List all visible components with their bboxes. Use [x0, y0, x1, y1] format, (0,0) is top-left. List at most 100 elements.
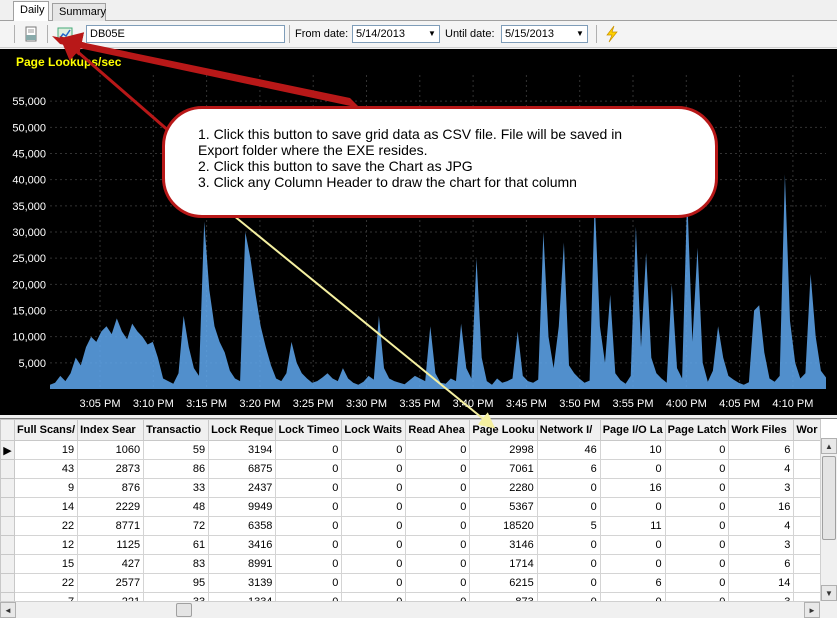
- grid-cell[interactable]: 8771: [77, 516, 145, 536]
- grid-cell[interactable]: 0: [405, 535, 471, 555]
- grid-cell[interactable]: 0: [536, 535, 601, 555]
- grid-cell[interactable]: 46: [536, 440, 601, 460]
- column-header[interactable]: Transactio: [143, 419, 210, 441]
- column-header[interactable]: Page I/O La: [599, 419, 666, 441]
- grid-cell[interactable]: 0: [275, 459, 343, 479]
- grid-cell[interactable]: 0: [664, 573, 730, 593]
- grid-cell[interactable]: 72: [143, 516, 210, 536]
- grid-cell[interactable]: 2873: [77, 459, 145, 479]
- save-chart-button[interactable]: [55, 24, 75, 44]
- data-grid[interactable]: Full Scans/Index Sear Transactio Lock Requ…: [0, 418, 837, 618]
- grid-cell[interactable]: 0: [341, 535, 407, 555]
- grid-cell[interactable]: 61: [143, 535, 210, 555]
- refresh-button[interactable]: [602, 24, 622, 44]
- grid-cell[interactable]: [793, 478, 821, 498]
- grid-cell[interactable]: [793, 459, 821, 479]
- grid-cell[interactable]: 0: [341, 554, 407, 574]
- grid-cell[interactable]: 22: [13, 573, 79, 593]
- grid-cell[interactable]: 6: [728, 440, 795, 460]
- grid-cell[interactable]: 4: [728, 459, 795, 479]
- column-header[interactable]: Index Sear: [77, 419, 145, 441]
- grid-cell[interactable]: 0: [405, 440, 471, 460]
- grid-cell[interactable]: 0: [599, 535, 666, 555]
- grid-cell[interactable]: [793, 497, 821, 517]
- grid-cell[interactable]: 43: [13, 459, 79, 479]
- grid-cell[interactable]: 0: [405, 554, 471, 574]
- grid-cell[interactable]: 59: [143, 440, 210, 460]
- grid-cell[interactable]: 9: [13, 478, 79, 498]
- table-row[interactable]: 14 2229 48 9949 0 0 0 5367 0 0 0 16: [0, 497, 821, 517]
- row-header[interactable]: [0, 573, 15, 593]
- column-header[interactable]: Work Files: [728, 419, 795, 441]
- grid-cell[interactable]: 0: [536, 497, 601, 517]
- grid-cell[interactable]: 95: [143, 573, 210, 593]
- table-row[interactable]: ▶ 19 1060 59 3194 0 0 0 2998 46 10 0 6: [0, 440, 821, 460]
- horizontal-scrollbar[interactable]: ◄ ►: [0, 601, 820, 618]
- grid-cell[interactable]: 0: [341, 478, 407, 498]
- grid-cell[interactable]: 427: [77, 554, 145, 574]
- grid-cell[interactable]: 3416: [208, 535, 277, 555]
- grid-cell[interactable]: 0: [275, 478, 343, 498]
- grid-cell[interactable]: 33: [143, 478, 210, 498]
- grid-cell[interactable]: 19: [13, 440, 79, 460]
- tab-summary[interactable]: Summary: [52, 3, 106, 21]
- grid-cell[interactable]: 0: [341, 459, 407, 479]
- grid-cell[interactable]: 0: [599, 554, 666, 574]
- grid-cell[interactable]: 4: [728, 516, 795, 536]
- grid-cell[interactable]: 8991: [208, 554, 277, 574]
- grid-cell[interactable]: 10: [599, 440, 666, 460]
- column-header[interactable]: Page Looku: [469, 419, 538, 441]
- grid-cell[interactable]: 0: [275, 554, 343, 574]
- grid-cell[interactable]: 0: [275, 535, 343, 555]
- grid-cell[interactable]: 16: [728, 497, 795, 517]
- grid-cell[interactable]: 12: [13, 535, 79, 555]
- grid-cell[interactable]: 0: [405, 478, 471, 498]
- grid-cell[interactable]: 876: [77, 478, 145, 498]
- grid-cell[interactable]: 2998: [469, 440, 538, 460]
- grid-cell[interactable]: 11: [599, 516, 666, 536]
- grid-cell[interactable]: 3: [728, 535, 795, 555]
- table-row[interactable]: 15 427 83 8991 0 0 0 1714 0 0 0 6: [0, 554, 821, 574]
- grid-cell[interactable]: 0: [405, 516, 471, 536]
- grid-cell[interactable]: 6358: [208, 516, 277, 536]
- grid-cell[interactable]: 3: [728, 478, 795, 498]
- grid-cell[interactable]: 0: [664, 516, 730, 536]
- grid-cell[interactable]: 0: [664, 554, 730, 574]
- column-header[interactable]: Lock Reque: [208, 419, 277, 441]
- grid-cell[interactable]: 6: [599, 573, 666, 593]
- tab-daily[interactable]: Daily: [13, 1, 49, 22]
- grid-cell[interactable]: 16: [599, 478, 666, 498]
- grid-cell[interactable]: 6875: [208, 459, 277, 479]
- row-header[interactable]: [0, 497, 15, 517]
- grid-cell[interactable]: 83: [143, 554, 210, 574]
- grid-cell[interactable]: 0: [664, 459, 730, 479]
- scroll-left-icon[interactable]: ◄: [0, 602, 16, 618]
- grid-cell[interactable]: 2437: [208, 478, 277, 498]
- grid-cell[interactable]: 6215: [469, 573, 538, 593]
- grid-cell[interactable]: 7061: [469, 459, 538, 479]
- grid-cell[interactable]: 3139: [208, 573, 277, 593]
- instance-input[interactable]: DB05E: [86, 25, 285, 43]
- grid-cell[interactable]: 1060: [77, 440, 145, 460]
- column-header[interactable]: Page Latch: [664, 419, 730, 441]
- grid-cell[interactable]: 14: [728, 573, 795, 593]
- grid-cell[interactable]: 5367: [469, 497, 538, 517]
- grid-cell[interactable]: [793, 554, 821, 574]
- scroll-right-icon[interactable]: ►: [804, 602, 820, 618]
- table-row[interactable]: 22 8771 72 6358 0 0 0 18520 5 11 0 4: [0, 516, 821, 536]
- grid-cell[interactable]: 0: [664, 440, 730, 460]
- vertical-scroll-thumb[interactable]: [822, 456, 836, 540]
- grid-cell[interactable]: 86: [143, 459, 210, 479]
- grid-cell[interactable]: [793, 535, 821, 555]
- vertical-scrollbar[interactable]: ▲ ▼: [820, 438, 837, 601]
- grid-cell[interactable]: 0: [341, 573, 407, 593]
- grid-cell[interactable]: 0: [275, 573, 343, 593]
- grid-cell[interactable]: 0: [536, 478, 601, 498]
- from-date-picker[interactable]: 5/14/2013 ▼: [352, 25, 440, 43]
- grid-cell[interactable]: 0: [599, 459, 666, 479]
- grid-cell[interactable]: [793, 573, 821, 593]
- grid-cell[interactable]: 0: [664, 497, 730, 517]
- current-row-indicator[interactable]: ▶: [0, 440, 15, 460]
- row-header[interactable]: [0, 478, 15, 498]
- grid-cell[interactable]: 0: [405, 573, 471, 593]
